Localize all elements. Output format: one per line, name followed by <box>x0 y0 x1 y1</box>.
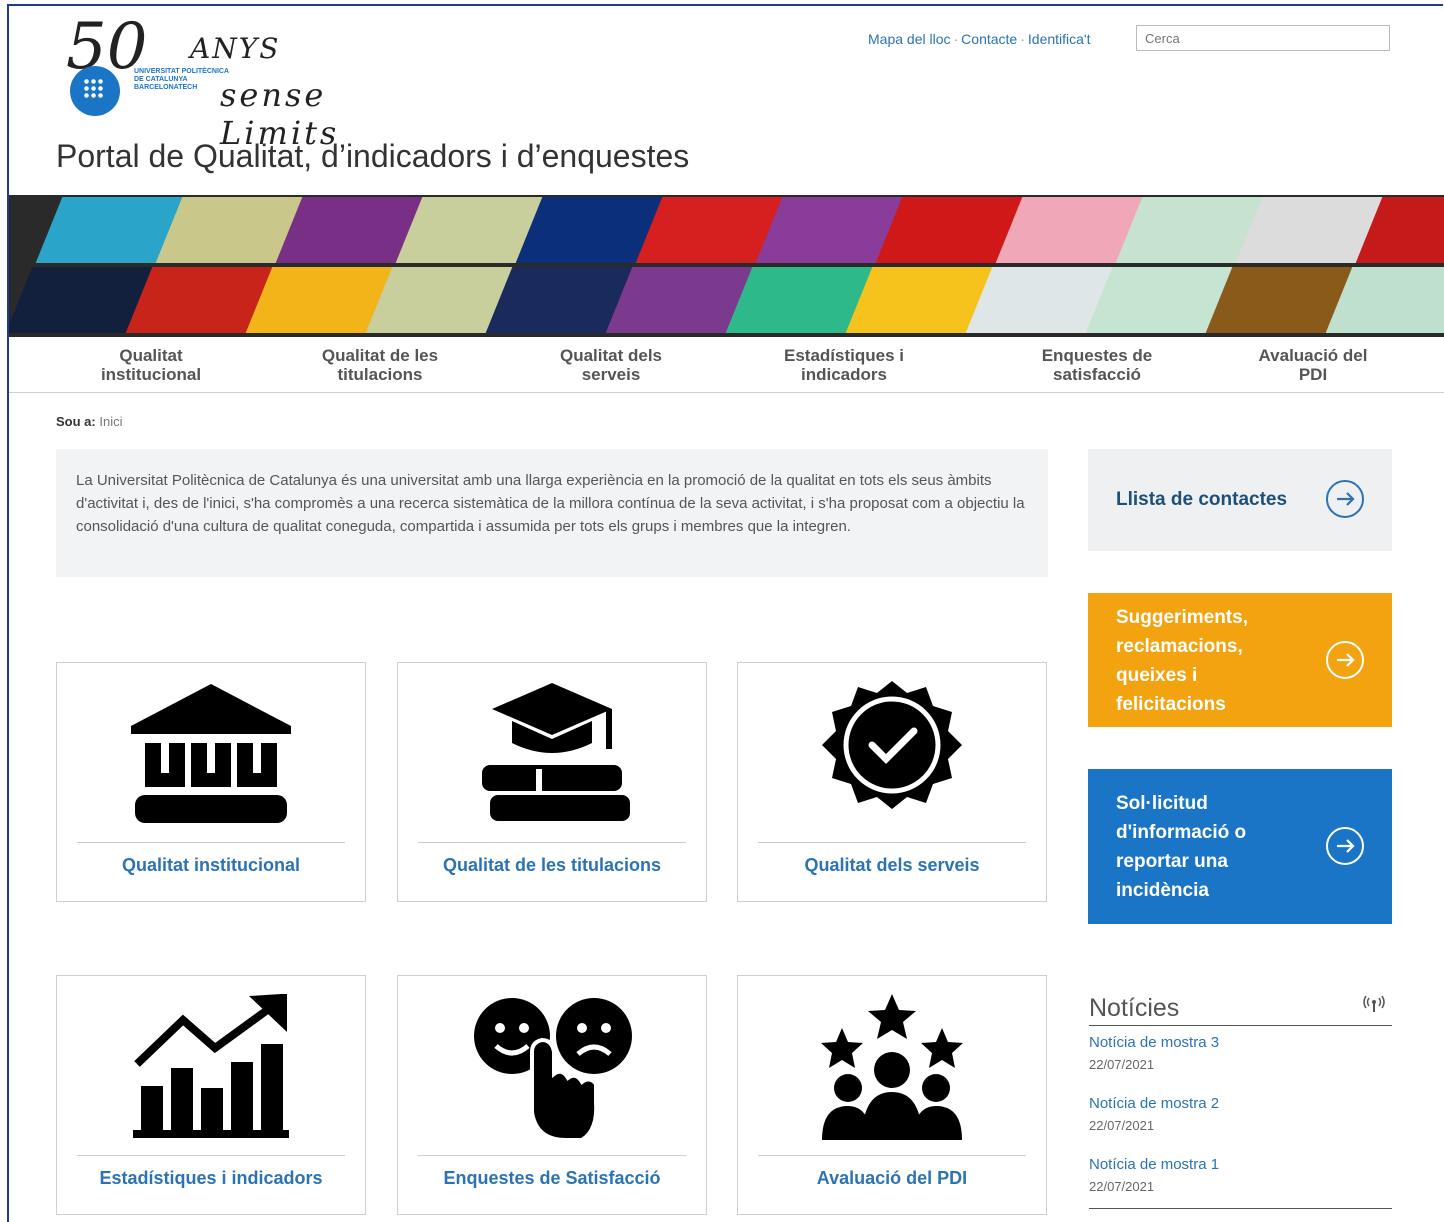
suggestions-label: Suggeriments, reclamacions, queixes i fe… <box>1116 607 1248 715</box>
card-divider <box>758 842 1026 843</box>
news-item-date: 22/07/2021 <box>1089 1118 1155 1133</box>
contacts-list-box[interactable]: Llista de contactes <box>1088 449 1392 551</box>
card-divider <box>418 1155 686 1156</box>
breadcrumb: Sou a: Inici <box>56 414 122 429</box>
news-item-title[interactable]: Notícia de mostra 1 <box>1089 1156 1219 1173</box>
nav-avaluacio-pdi[interactable]: Avaluació del PDI <box>1245 346 1381 384</box>
institution-icon <box>57 679 365 829</box>
news-divider <box>1089 1025 1392 1026</box>
logo-university-name: UNIVERSITAT POLITÈCNICA DE CATALUNYA BAR… <box>134 68 230 91</box>
card-divider <box>77 842 345 843</box>
graduation-books-icon <box>398 679 706 829</box>
card-divider <box>418 842 686 843</box>
card-qualitat-titulacions[interactable]: Qualitat de les titulacions <box>397 662 707 902</box>
card-avaluacio-pdi[interactable]: Avaluació del PDI <box>737 975 1047 1215</box>
team-stars-icon <box>738 992 1046 1142</box>
quality-badge-icon <box>738 679 1046 829</box>
news-item[interactable]: Notícia de mostra 2 22/07/2021 <box>1089 1095 1219 1133</box>
upc-seal-icon <box>70 66 120 116</box>
arrow-right-icon <box>1326 641 1364 679</box>
info-request-box[interactable]: Sol·licitud d'informació o reportar una … <box>1088 769 1392 924</box>
news-bottom-divider <box>1089 1208 1392 1209</box>
contact-link[interactable]: Contacte <box>961 31 1017 47</box>
card-estadistiques-indicadors[interactable]: Estadístiques i indicadors <box>56 975 366 1215</box>
card-qualitat-institucional[interactable]: Qualitat institucional <box>56 662 366 902</box>
upc-50-anys-logo[interactable]: 50 ANYS UNIVERSITAT POLITÈCNICA DE CATAL… <box>62 10 452 152</box>
info-request-label: Sol·licitud d'informació o reportar una … <box>1116 793 1247 901</box>
nav-qualitat-institucional[interactable]: Qualitat institucional <box>93 346 209 384</box>
news-item-title[interactable]: Notícia de mostra 3 <box>1089 1034 1219 1051</box>
card-enquestes-satisfaccio[interactable]: Enquestes de Satisfacció <box>397 975 707 1215</box>
utility-links: Mapa del lloc · Contacte · Identifica't <box>868 31 1091 47</box>
nav-enquestes-satisfaccio[interactable]: Enquestes de satisfacció <box>1027 346 1167 384</box>
card-label[interactable]: Enquestes de Satisfacció <box>398 1168 706 1189</box>
card-label[interactable]: Qualitat de les titulacions <box>398 855 706 876</box>
arrow-right-icon <box>1326 827 1364 865</box>
news-heading: Notícies <box>1089 994 1180 1022</box>
rss-feed-icon[interactable] <box>1362 994 1386 1014</box>
growth-chart-icon <box>57 992 365 1142</box>
search-input[interactable] <box>1136 25 1390 51</box>
site-title: Portal de Qualitat, d’indicadors i d’enq… <box>56 138 690 174</box>
sitemap-link[interactable]: Mapa del lloc <box>868 31 951 47</box>
login-link[interactable]: Identifica't <box>1028 31 1091 47</box>
logo-anys: ANYS <box>190 32 281 65</box>
card-divider <box>758 1155 1026 1156</box>
nav-estadistiques-indicadors[interactable]: Estadístiques i indicadors <box>767 346 921 384</box>
suggestions-box[interactable]: Suggeriments, reclamacions, queixes i fe… <box>1088 593 1392 727</box>
news-item-date: 22/07/2021 <box>1089 1179 1155 1194</box>
news-item[interactable]: Notícia de mostra 1 22/07/2021 <box>1089 1156 1219 1194</box>
colored-glass-banner <box>9 195 1444 337</box>
card-divider <box>77 1155 345 1156</box>
nav-qualitat-serveis[interactable]: Qualitat dels serveis <box>541 346 681 384</box>
nav-qualitat-titulacions[interactable]: Qualitat de les titulacions <box>305 346 455 384</box>
intro-text: La Universitat Politècnica de Catalunya … <box>56 449 1048 577</box>
contacts-list-label: Llista de contactes <box>1116 489 1288 510</box>
card-label[interactable]: Estadístiques i indicadors <box>57 1168 365 1189</box>
satisfaction-faces-icon <box>398 992 706 1142</box>
card-qualitat-serveis[interactable]: Qualitat dels serveis <box>737 662 1047 902</box>
card-label[interactable]: Qualitat dels serveis <box>738 855 1046 876</box>
card-label[interactable]: Avaluació del PDI <box>738 1168 1046 1189</box>
breadcrumb-current: Inici <box>99 414 123 429</box>
news-item-title[interactable]: Notícia de mostra 2 <box>1089 1095 1219 1112</box>
main-navigation: Qualitat institucional Qualitat de les tit… <box>9 338 1444 393</box>
news-item-date: 22/07/2021 <box>1089 1057 1155 1072</box>
breadcrumb-prefix: Sou a: <box>56 414 96 429</box>
news-item[interactable]: Notícia de mostra 3 22/07/2021 <box>1089 1034 1219 1072</box>
arrow-right-icon <box>1326 480 1364 518</box>
card-label[interactable]: Qualitat institucional <box>57 855 365 876</box>
